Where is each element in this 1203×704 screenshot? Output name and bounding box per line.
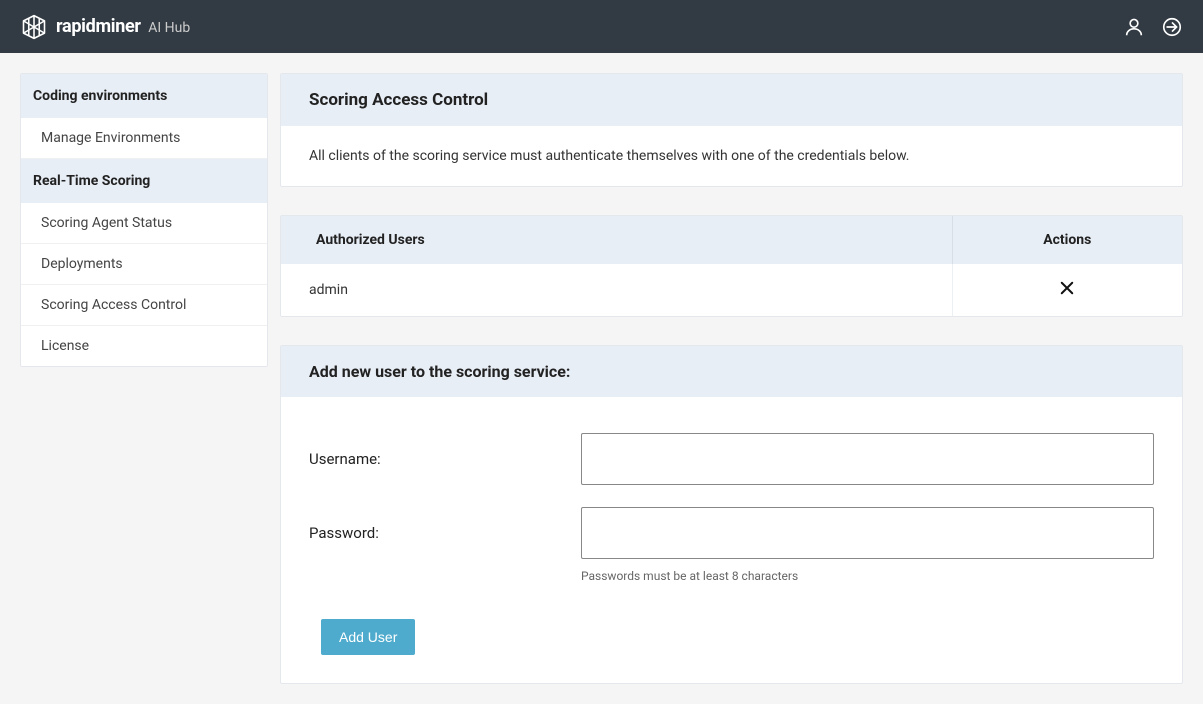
- password-input[interactable]: [581, 507, 1154, 559]
- panel-add-user: Add new user to the scoring service: Use…: [280, 345, 1183, 684]
- app-header: rapidminer AI Hub: [0, 0, 1203, 53]
- sidebar-item-manage-environments[interactable]: Manage Environments: [21, 118, 267, 159]
- col-authorized-users: Authorized Users: [281, 216, 952, 264]
- sidebar-item-deployments[interactable]: Deployments: [21, 244, 267, 285]
- brand-name: rapidminer: [56, 16, 141, 37]
- header-actions: [1123, 16, 1183, 38]
- sidebar: Coding environments Manage Environments …: [20, 73, 268, 367]
- page-description: All clients of the scoring service must …: [281, 126, 1182, 186]
- sidebar-item-access-control[interactable]: Scoring Access Control: [21, 285, 267, 326]
- logo-area[interactable]: rapidminer AI Hub: [20, 13, 190, 41]
- rapidminer-logo-icon: [20, 13, 48, 41]
- brand-sub: AI Hub: [148, 20, 190, 36]
- panel-users: Authorized Users Actions admin: [280, 215, 1183, 317]
- table-row: admin: [281, 264, 1182, 316]
- add-user-heading: Add new user to the scoring service:: [281, 346, 1182, 397]
- sidebar-section-scoring: Real-Time Scoring: [21, 159, 267, 203]
- delete-user-icon[interactable]: [1058, 278, 1076, 302]
- panel-overview: Scoring Access Control All clients of th…: [280, 73, 1183, 187]
- user-icon[interactable]: [1123, 16, 1145, 38]
- col-actions: Actions: [952, 216, 1182, 264]
- authorized-users-table: Authorized Users Actions admin: [281, 216, 1182, 316]
- sidebar-item-license[interactable]: License: [21, 326, 267, 366]
- main-container: Coding environments Manage Environments …: [0, 53, 1203, 704]
- main-content: Scoring Access Control All clients of th…: [280, 73, 1183, 684]
- add-user-button[interactable]: Add User: [321, 619, 415, 655]
- password-hint: Passwords must be at least 8 characters: [581, 569, 1154, 583]
- sidebar-item-agent-status[interactable]: Scoring Agent Status: [21, 203, 267, 244]
- username-label: Username:: [309, 450, 581, 468]
- username-input[interactable]: [581, 433, 1154, 485]
- password-label: Password:: [309, 524, 581, 542]
- page-title: Scoring Access Control: [281, 74, 1182, 126]
- logout-icon[interactable]: [1161, 16, 1183, 38]
- user-name-cell: admin: [281, 264, 952, 316]
- sidebar-section-coding: Coding environments: [21, 74, 267, 118]
